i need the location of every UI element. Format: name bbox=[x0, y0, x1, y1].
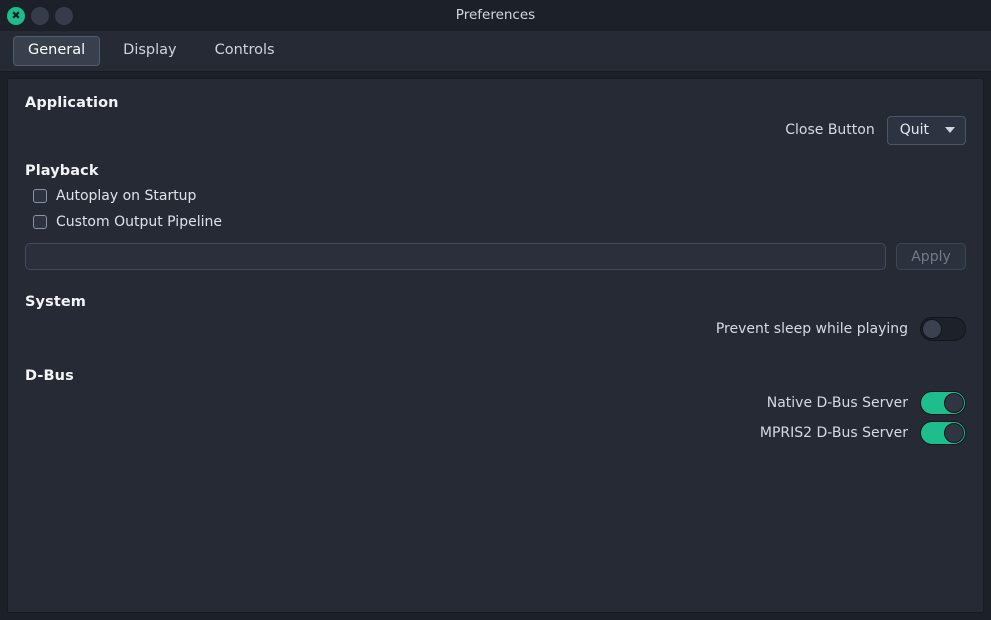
close-button-label: Close Button bbox=[785, 122, 875, 138]
toggle-knob bbox=[922, 319, 942, 339]
titlebar: ✖ Preferences bbox=[0, 0, 991, 31]
section-heading-system: System bbox=[25, 294, 87, 310]
mpris2-dbus-label: MPRIS2 D-Bus Server bbox=[759, 425, 908, 441]
maximize-button[interactable] bbox=[55, 6, 73, 25]
custom-pipeline-checkbox-row[interactable]: Custom Output Pipeline bbox=[33, 209, 966, 235]
autoplay-checkbox-row[interactable]: Autoplay on Startup bbox=[33, 183, 966, 209]
toggle-knob bbox=[944, 423, 964, 443]
custom-pipeline-checkbox[interactable] bbox=[33, 215, 47, 229]
prevent-sleep-label: Prevent sleep while playing bbox=[715, 321, 908, 337]
close-button-dropdown-value: Quit bbox=[899, 121, 929, 138]
prevent-sleep-row: Prevent sleep while playing bbox=[25, 314, 966, 344]
chevron-down-icon bbox=[945, 126, 955, 133]
close-icon: ✖ bbox=[11, 8, 21, 22]
prevent-sleep-toggle[interactable] bbox=[920, 317, 966, 341]
section-heading-application: Application bbox=[25, 95, 119, 111]
preferences-content: Application Close Button Quit Playback A… bbox=[7, 78, 984, 613]
window-title: Preferences bbox=[455, 7, 536, 23]
minimize-button[interactable] bbox=[31, 6, 49, 25]
window-controls: ✖ bbox=[0, 6, 73, 25]
mpris2-dbus-toggle[interactable] bbox=[920, 421, 966, 445]
autoplay-checkbox[interactable] bbox=[33, 189, 47, 203]
autoplay-label: Autoplay on Startup bbox=[56, 188, 197, 204]
section-heading-dbus: D-Bus bbox=[25, 368, 74, 384]
native-dbus-label: Native D-Bus Server bbox=[766, 395, 908, 411]
close-button[interactable]: ✖ bbox=[7, 6, 25, 25]
toggle-knob bbox=[944, 393, 964, 413]
native-dbus-toggle[interactable] bbox=[920, 391, 966, 415]
custom-pipeline-label: Custom Output Pipeline bbox=[56, 214, 222, 230]
tab-controls[interactable]: Controls bbox=[200, 36, 290, 66]
section-heading-playback: Playback bbox=[25, 163, 99, 179]
close-button-dropdown[interactable]: Quit bbox=[886, 115, 966, 145]
tab-display[interactable]: Display bbox=[108, 36, 191, 66]
tab-general[interactable]: General bbox=[13, 36, 101, 66]
pipeline-input[interactable] bbox=[25, 243, 886, 270]
tab-bar: General Display Controls bbox=[0, 31, 991, 72]
close-button-row: Close Button Quit bbox=[25, 115, 966, 145]
preferences-window: ✖ Preferences General Display Controls A… bbox=[0, 0, 991, 620]
pipeline-entry-row: Apply bbox=[25, 243, 966, 270]
apply-button[interactable]: Apply bbox=[896, 243, 966, 270]
mpris2-dbus-row: MPRIS2 D-Bus Server bbox=[25, 418, 966, 448]
native-dbus-row: Native D-Bus Server bbox=[25, 388, 966, 418]
